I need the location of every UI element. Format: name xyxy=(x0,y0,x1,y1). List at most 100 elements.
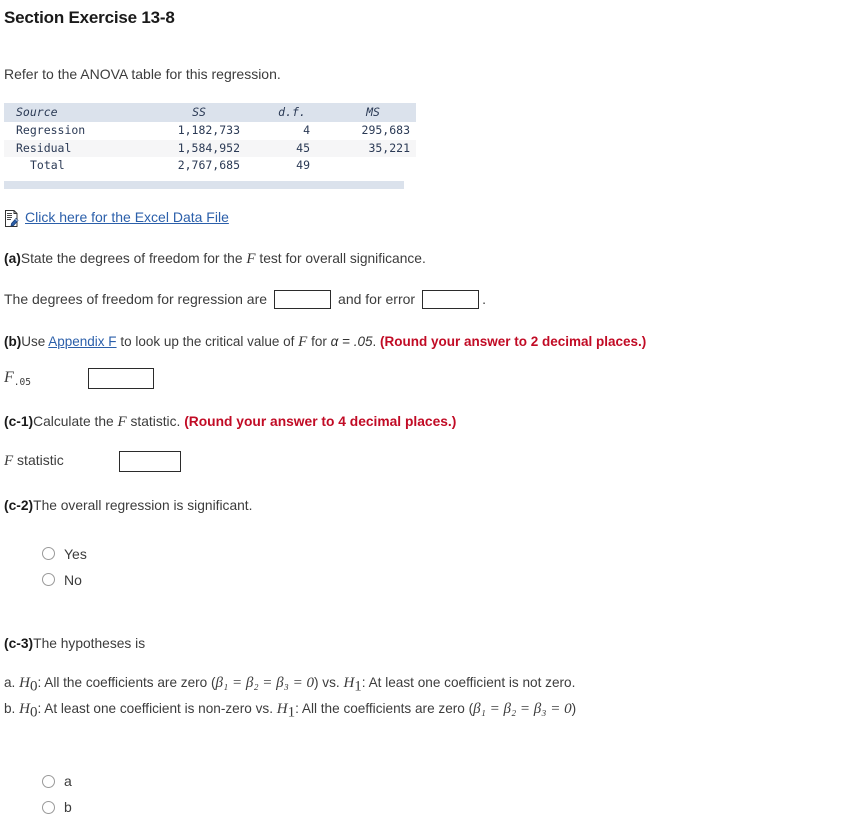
radio-label-a: a xyxy=(64,773,72,790)
hypothesis-b-betas: β₁ = β₂ = β₃ = 0 xyxy=(473,700,572,717)
anova-header-source: Source xyxy=(4,102,144,123)
anova-cell-ms-total xyxy=(330,157,416,175)
excel-data-file-link[interactable]: Click here for the Excel Data File xyxy=(25,209,229,225)
part-a-error-prompt: and for error xyxy=(338,291,416,308)
f-critical-label: F.05 xyxy=(4,369,88,388)
part-c3-radio-group: a b xyxy=(0,768,855,820)
part-c1-label: (c-1) xyxy=(4,413,34,429)
anova-cell-ss-regression: 1,182,733 xyxy=(177,123,240,138)
anova-table-footer-bar xyxy=(4,180,404,189)
radio-option-a[interactable]: a xyxy=(42,768,72,794)
part-a-regression-prompt: The degrees of freedom for regression ar… xyxy=(4,291,268,308)
radio-label-b: b xyxy=(64,799,72,816)
f-statistic-value-input[interactable] xyxy=(119,450,181,472)
radio-option-b[interactable]: b xyxy=(42,794,72,820)
anova-cell-df-regression: 4 xyxy=(303,123,310,138)
f-statistic-label: F statistic xyxy=(4,452,119,470)
hypothesis-b-h1-text: : All the coefficients are zero ( xyxy=(295,700,474,716)
part-c2-radio-group: Yes No xyxy=(0,541,855,593)
anova-cell-df-total: 49 xyxy=(296,158,310,173)
f-critical-var: F xyxy=(4,368,14,386)
hypothesis-a-h1-text: : At least one coefficient is not zero. xyxy=(361,674,576,690)
hypothesis-a-h0-text: : All the coefficients are zero ( xyxy=(37,674,216,690)
question-part-b: (b)Use Appendix F to look up the critica… xyxy=(0,334,855,351)
part-b-label: (b) xyxy=(4,333,22,349)
hypothesis-b-key: b. xyxy=(4,700,16,716)
f-statistic-var: F xyxy=(4,453,14,470)
part-c2-text: The overall regression is significant. xyxy=(33,497,253,513)
anova-table: Source SS d.f. MS Regression 1,182,733 4… xyxy=(4,102,416,175)
radio-option-no[interactable]: No xyxy=(42,567,82,593)
part-c1-text-2: statistic. xyxy=(126,413,185,429)
intro-text: Refer to the ANOVA table for this regres… xyxy=(4,65,281,82)
radio-circle-b-icon[interactable] xyxy=(42,800,55,814)
part-a-answer-row: The degrees of freedom for regression ar… xyxy=(0,289,855,309)
hypothesis-a-betas: β₁ = β₂ = β₃ = 0 xyxy=(215,674,314,691)
radio-circle-no-icon[interactable] xyxy=(42,573,55,587)
hypothesis-b-h0-text: : At least one coefficient is non-zero v… xyxy=(37,700,277,716)
part-b-text-3: for xyxy=(307,333,331,349)
part-a-label: (a) xyxy=(4,250,21,266)
error-df-input[interactable] xyxy=(422,289,480,309)
part-b-text-4: . xyxy=(372,333,380,349)
excel-data-file-row: Click here for the Excel Data File xyxy=(0,209,855,227)
anova-cell-ms-residual: 35,221 xyxy=(330,139,416,158)
hypothesis-option-b: b. H0: At least one coefficient is non-z… xyxy=(4,698,855,724)
anova-header-df: d.f. xyxy=(254,102,330,123)
anova-cell-source-total: Total xyxy=(30,158,65,173)
anova-cell-ms-regression: 295,683 xyxy=(361,123,410,138)
part-a-text-after: test for overall significance. xyxy=(255,250,426,266)
radio-circle-a-icon[interactable] xyxy=(42,774,55,788)
hypothesis-a-h1-sub: 1 xyxy=(354,678,362,695)
question-part-c1: (c-1)Calculate the F statistic. (Round y… xyxy=(0,414,855,431)
hypothesis-b-h1-var: H xyxy=(276,700,288,717)
anova-header-row: Source SS d.f. MS xyxy=(4,102,416,123)
radio-label-yes: Yes xyxy=(64,545,87,562)
part-c3-text: The hypotheses is xyxy=(33,635,146,651)
hypothesis-b-h0-var: H xyxy=(19,700,30,717)
part-b-alpha-value: α = .05 xyxy=(330,333,373,349)
anova-cell-source-residual: Residual xyxy=(4,139,144,158)
anova-table-container: Source SS d.f. MS Regression 1,182,733 4… xyxy=(0,102,416,189)
regression-df-input[interactable] xyxy=(274,289,332,309)
f-critical-subscript: .05 xyxy=(13,376,31,388)
f-critical-value-input[interactable] xyxy=(88,367,154,389)
question-part-c3: (c-3)The hypotheses is xyxy=(0,636,855,651)
part-a-period: . xyxy=(482,291,486,308)
hypothesis-a-h0-var: H xyxy=(19,674,30,691)
hypothesis-a-h1-var: H xyxy=(343,674,355,691)
anova-cell-df-residual: 45 xyxy=(254,139,330,158)
hypothesis-b-end-text: ) xyxy=(571,700,577,716)
table-row: Total 2,767,685 49 xyxy=(4,157,416,175)
anova-table-head: Source SS d.f. MS xyxy=(4,102,416,123)
table-row: Residual 1,584,952 45 35,221 xyxy=(4,139,416,158)
part-c1-text-1: Calculate the xyxy=(33,413,118,429)
table-row: Regression 1,182,733 4 295,683 xyxy=(4,122,416,140)
f-statistic-label-rest: statistic xyxy=(13,452,64,469)
anova-table-body: Regression 1,182,733 4 295,683 Residual … xyxy=(4,122,416,175)
part-c1-rounding-note: (Round your answer to 4 decimal places.) xyxy=(184,413,457,429)
radio-circle-yes-icon[interactable] xyxy=(42,547,55,561)
exercise-page: Section Exercise 13-8 Refer to the ANOVA… xyxy=(0,0,855,820)
anova-cell-ss-total: 2,767,685 xyxy=(177,158,240,173)
anova-cell-source-regression: Regression xyxy=(16,123,86,138)
hypothesis-a-mid-text: ) vs. xyxy=(313,674,344,690)
part-b-f-variable: F xyxy=(298,333,308,350)
anova-cell-ss-residual: 1,584,952 xyxy=(144,139,254,158)
question-part-a: (a)State the degrees of freedom for the … xyxy=(0,251,855,268)
part-a-text-before: State the degrees of freedom for the xyxy=(20,250,247,266)
radio-option-yes[interactable]: Yes xyxy=(42,541,87,567)
part-b-text-2: to look up the critical value of xyxy=(116,333,299,349)
appendix-f-link[interactable]: Appendix F xyxy=(48,334,116,349)
part-b-text-1: Use xyxy=(21,333,49,349)
anova-header-ss: SS xyxy=(144,102,254,123)
part-c3-label: (c-3) xyxy=(4,635,34,651)
part-c1-f-variable: F xyxy=(117,413,127,430)
part-b-answer-row: F.05 xyxy=(0,367,855,389)
hypothesis-b-h1-sub: 1 xyxy=(287,704,296,721)
part-c2-label: (c-2) xyxy=(4,497,34,513)
part-a-f-variable: F xyxy=(246,250,256,267)
hypothesis-a-key: a. xyxy=(4,674,16,690)
anova-header-ms: MS xyxy=(330,102,416,123)
hypothesis-option-a: a. H0: All the coefficients are zero (β₁… xyxy=(4,672,855,698)
